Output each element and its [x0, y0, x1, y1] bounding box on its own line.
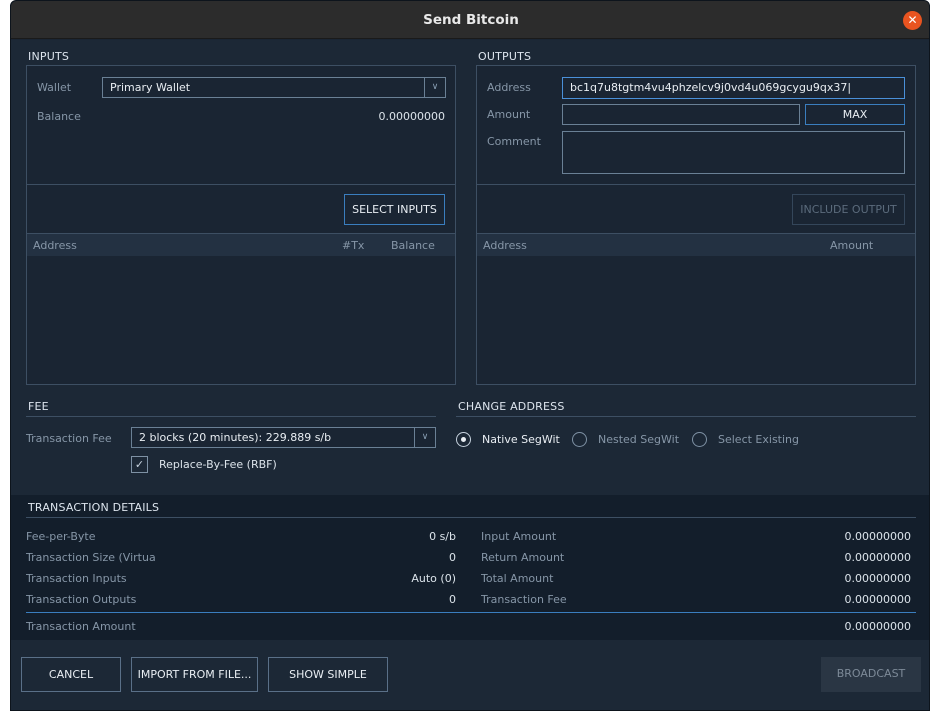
nested-segwit-label[interactable]: Nested SegWit [598, 433, 679, 446]
wallet-label: Wallet [37, 81, 72, 94]
select-existing-label[interactable]: Select Existing [718, 433, 799, 446]
select-inputs-button[interactable]: SELECT INPUTS [344, 194, 445, 225]
input-amount-value: 0.00000000 [844, 530, 911, 543]
fee-divider [26, 416, 436, 417]
wallet-select[interactable]: Primary Wallet ∨ [102, 77, 446, 98]
outputs-panel: Address bc1q7u8tgtm4vu4phzelcv9j0vd4u069… [476, 65, 916, 385]
transaction-outputs-value: 0 [449, 593, 456, 606]
change-address-divider [456, 416, 916, 417]
transaction-details-header: TRANSACTION DETAILS [28, 501, 160, 514]
inputs-panel: Wallet Primary Wallet ∨ Balance 0.000000… [26, 65, 456, 385]
rbf-checkbox[interactable]: ✓ [131, 456, 148, 473]
change-address-header: CHANGE ADDRESS [458, 400, 565, 413]
select-existing-radio[interactable] [692, 432, 707, 447]
inputs-col-address[interactable]: Address [33, 239, 77, 252]
fee-header: FEE [28, 400, 49, 413]
fee-per-byte-label: Fee-per-Byte [26, 530, 96, 543]
max-button[interactable]: MAX [805, 104, 905, 125]
chevron-down-icon: ∨ [424, 78, 445, 97]
checkmark-icon: ✓ [134, 458, 145, 471]
transaction-fee-select[interactable]: 2 blocks (20 minutes): 229.889 s/b ∨ [131, 427, 436, 448]
native-segwit-label[interactable]: Native SegWit [482, 433, 560, 446]
fee-per-byte-value: 0 s/b [429, 530, 456, 543]
transaction-size-label: Transaction Size (Virtua [26, 551, 156, 564]
broadcast-button[interactable]: BROADCAST [821, 657, 921, 692]
inputs-col-tx[interactable]: #Tx [342, 239, 364, 252]
close-icon[interactable]: ✕ [903, 11, 922, 30]
nested-segwit-radio[interactable] [572, 432, 587, 447]
amount-input[interactable] [562, 104, 800, 125]
outputs-divider [477, 184, 915, 185]
address-input-value: bc1q7u8tgtm4vu4phzelcv9j0vd4u069gcygu9qx… [570, 81, 848, 94]
amount-label: Amount [487, 108, 531, 121]
address-label: Address [487, 81, 531, 94]
details-transaction-fee-label: Transaction Fee [481, 593, 567, 606]
balance-label: Balance [37, 110, 81, 123]
details-header-divider [26, 517, 916, 518]
transaction-amount-label: Transaction Amount [26, 620, 136, 633]
title-bar[interactable]: Send Bitcoin ✕ [11, 1, 929, 39]
send-bitcoin-dialog: Send Bitcoin ✕ INPUTS Wallet Primary Wal… [10, 0, 930, 711]
outputs-col-amount[interactable]: Amount [830, 239, 873, 252]
transaction-fee-label: Transaction Fee [26, 432, 112, 445]
show-simple-button[interactable]: SHOW SIMPLE [268, 657, 388, 692]
return-amount-label: Return Amount [481, 551, 565, 564]
transaction-size-value: 0 [449, 551, 456, 564]
transaction-amount-value: 0.00000000 [844, 620, 911, 633]
inputs-outputs-area: INPUTS Wallet Primary Wallet ∨ Balance 0… [11, 40, 929, 495]
outputs-header: OUTPUTS [478, 50, 532, 63]
transaction-outputs-label: Transaction Outputs [26, 593, 137, 606]
rbf-label[interactable]: Replace-By-Fee (RBF) [159, 458, 277, 471]
window-title: Send Bitcoin [423, 12, 519, 28]
inputs-header: INPUTS [28, 50, 70, 63]
total-amount-value: 0.00000000 [844, 572, 911, 585]
wallet-select-value: Primary Wallet [110, 81, 191, 94]
total-amount-label: Total Amount [481, 572, 554, 585]
return-amount-value: 0.00000000 [844, 551, 911, 564]
address-input[interactable]: bc1q7u8tgtm4vu4phzelcv9j0vd4u069gcygu9qx… [562, 77, 905, 99]
inputs-table-header: Address #Tx Balance [27, 234, 455, 256]
native-segwit-radio[interactable] [456, 432, 471, 447]
dialog-footer: CANCEL IMPORT FROM FILE... SHOW SIMPLE B… [11, 640, 929, 710]
transaction-amount-divider [26, 612, 916, 613]
transaction-inputs-value: Auto (0) [411, 572, 456, 585]
include-output-button[interactable]: INCLUDE OUTPUT [792, 194, 905, 225]
comment-input[interactable] [562, 131, 905, 174]
inputs-divider [27, 184, 455, 185]
outputs-table-header: Address Amount [477, 234, 915, 256]
transaction-inputs-label: Transaction Inputs [26, 572, 127, 585]
import-from-file-button[interactable]: IMPORT FROM FILE... [131, 657, 258, 692]
balance-value: 0.00000000 [378, 110, 445, 123]
inputs-col-balance[interactable]: Balance [391, 239, 435, 252]
details-transaction-fee-value: 0.00000000 [844, 593, 911, 606]
cancel-button[interactable]: CANCEL [21, 657, 121, 692]
outputs-col-address[interactable]: Address [483, 239, 527, 252]
transaction-fee-value: 2 blocks (20 minutes): 229.889 s/b [139, 431, 332, 444]
chevron-down-icon: ∨ [414, 428, 435, 447]
transaction-details-panel: TRANSACTION DETAILS Fee-per-Byte 0 s/b T… [11, 495, 929, 640]
comment-label: Comment [487, 135, 541, 148]
input-amount-label: Input Amount [481, 530, 557, 543]
